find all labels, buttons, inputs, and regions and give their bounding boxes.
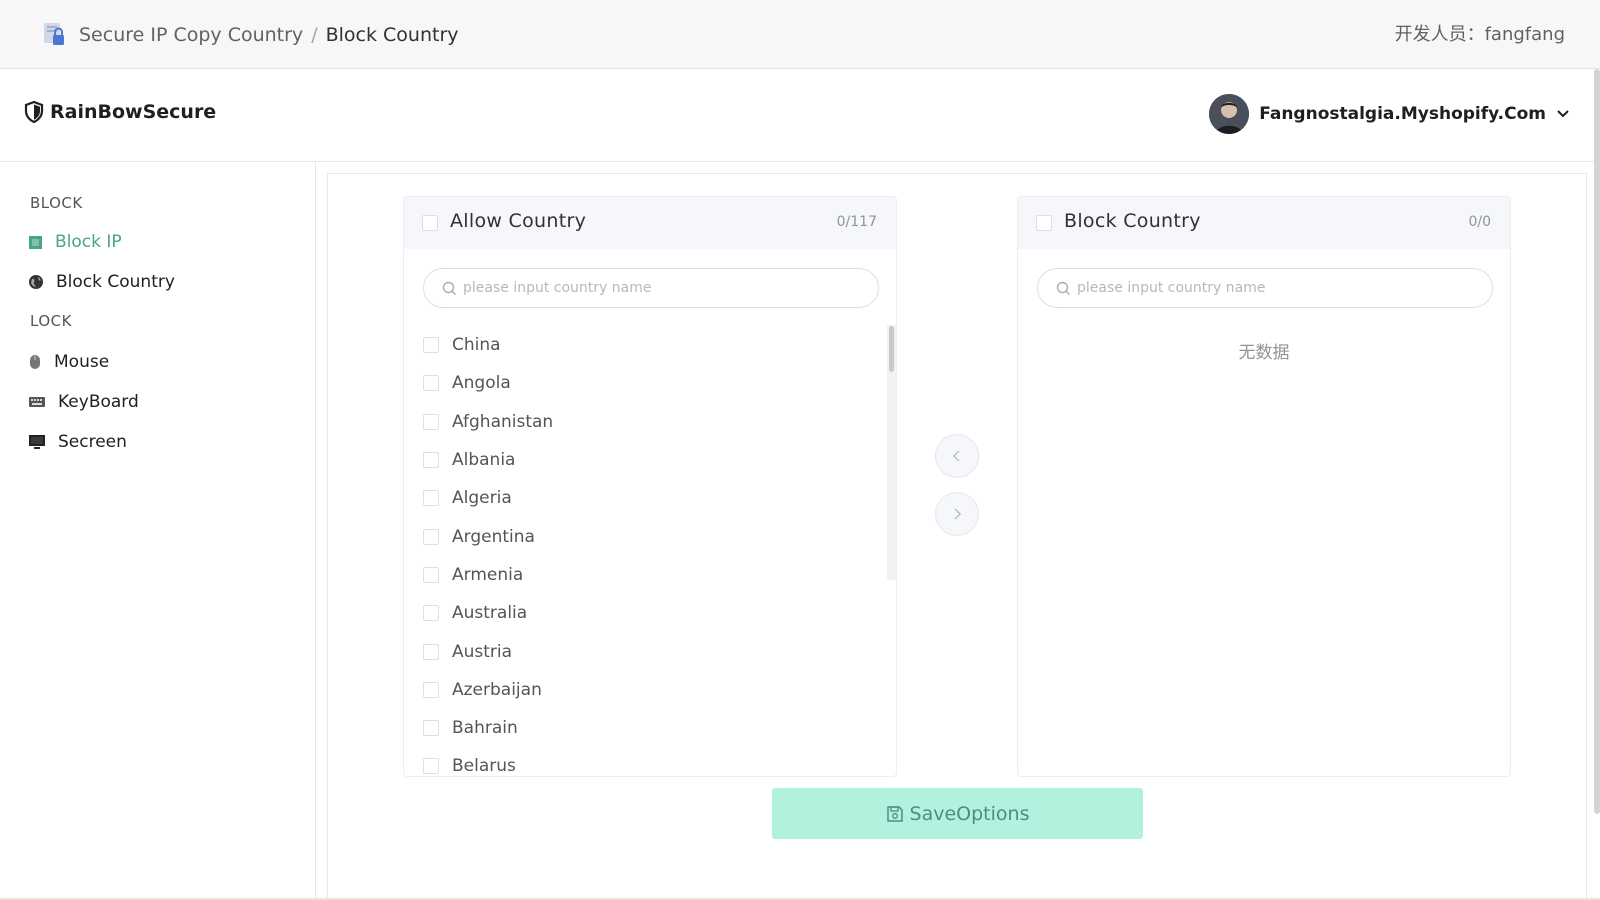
allow-select-all-checkbox[interactable]: [422, 215, 438, 231]
sidebar-item-label: Secreen: [58, 432, 127, 452]
mouse-icon: [30, 355, 40, 369]
allow-search-box[interactable]: [423, 268, 879, 308]
country-checkbox[interactable]: [423, 720, 439, 737]
country-checkbox[interactable]: [423, 681, 439, 698]
breadcrumb-current: Block Country: [325, 24, 459, 46]
sidebar-item-keyboard[interactable]: KeyBoard: [28, 392, 139, 412]
breadcrumb: Secure IP Copy Country / Block Country: [79, 22, 459, 48]
country-checkbox[interactable]: [423, 337, 439, 354]
sidebar-section-block: BLOCK: [30, 194, 83, 212]
avatar[interactable]: [1209, 94, 1250, 134]
country-label: Bahrain: [452, 718, 518, 739]
country-label: China: [452, 335, 501, 356]
list-item[interactable]: Belarus: [404, 747, 896, 777]
sidebar-item-block-ip[interactable]: Block IP: [28, 232, 122, 252]
country-label: Albania: [452, 450, 516, 471]
save-icon: [886, 805, 903, 822]
brand: RainBowSecure: [24, 101, 216, 123]
search-icon: [442, 281, 456, 295]
country-label: Azerbaijan: [452, 679, 542, 700]
country-label: Angola: [452, 373, 511, 394]
block-country-panel: Block Country 0/0 无数据: [1017, 196, 1511, 777]
list-item[interactable]: Angola: [404, 364, 896, 402]
move-right-button[interactable]: [935, 492, 979, 536]
block-select-all-checkbox[interactable]: [1036, 215, 1052, 231]
country-label: Belarus: [452, 756, 516, 777]
country-label: Armenia: [452, 564, 524, 585]
country-checkbox[interactable]: [423, 758, 439, 775]
list-item[interactable]: Algeria: [404, 479, 896, 517]
country-checkbox[interactable]: [423, 528, 439, 545]
sidebar-item-label: Block IP: [55, 232, 122, 252]
country-label: Argentina: [452, 526, 535, 547]
keyboard-icon: [29, 397, 45, 407]
country-checkbox[interactable]: [423, 490, 439, 507]
list-item[interactable]: Azerbaijan: [404, 671, 896, 709]
globe-icon: [29, 275, 43, 289]
block-country-title: Block Country: [1064, 210, 1201, 232]
app-lock-icon: [44, 23, 64, 45]
allow-country-panel: Allow Country 0/117 China Angola Afghanist…: [403, 196, 897, 777]
sidebar-section-lock: LOCK: [30, 312, 72, 330]
list-item[interactable]: Bahrain: [404, 709, 896, 747]
country-checkbox[interactable]: [423, 452, 439, 469]
page-scrollbar[interactable]: [1594, 69, 1600, 814]
list-item[interactable]: Afghanistan: [404, 403, 896, 441]
country-checkbox[interactable]: [423, 643, 439, 660]
account-name[interactable]: Fangnostalgia.Myshopify.Com: [1259, 104, 1546, 124]
block-country-header: Block Country 0/0: [1018, 197, 1510, 249]
developer-label: 开发人员：fangfang: [1394, 24, 1565, 45]
top-header: Secure IP Copy Country / Block Country 开发人…: [0, 0, 1600, 69]
country-checkbox[interactable]: [423, 566, 439, 583]
breadcrumb-parent[interactable]: Secure IP Copy Country: [79, 24, 303, 46]
sidebar-item-label: Mouse: [54, 352, 110, 372]
chevron-right-icon: [954, 508, 962, 520]
country-label: Algeria: [452, 488, 512, 509]
save-options-label: SaveOptions: [909, 802, 1030, 825]
sidebar-item-mouse[interactable]: Mouse: [28, 352, 109, 372]
block-ip-icon: [29, 235, 42, 249]
block-country-count: 0/0: [1468, 214, 1491, 230]
country-checkbox[interactable]: [423, 413, 439, 430]
sidebar-item-screen[interactable]: Secreen: [28, 432, 127, 452]
shield-icon: [24, 101, 44, 123]
list-item[interactable]: Albania: [404, 441, 896, 479]
sidebar: BLOCK Block IP Block Country LOCK Mouse: [0, 162, 316, 900]
list-item[interactable]: Austria: [404, 632, 896, 670]
allow-country-header: Allow Country 0/117: [404, 197, 896, 249]
allow-country-list: China Angola Afghanistan Albania Algeria Arge…: [404, 326, 896, 777]
country-label: Afghanistan: [452, 411, 554, 432]
list-item[interactable]: Argentina: [404, 517, 896, 555]
block-search-input[interactable]: [1075, 279, 1479, 297]
list-item[interactable]: Australia: [404, 594, 896, 632]
country-label: Austria: [452, 641, 513, 662]
list-item[interactable]: China: [404, 326, 896, 364]
allow-search-input[interactable]: [461, 279, 865, 297]
breadcrumb-separator: /: [311, 24, 318, 46]
monitor-icon: [29, 435, 45, 449]
country-label: Australia: [452, 603, 528, 624]
country-checkbox[interactable]: [423, 605, 439, 622]
allow-country-count: 0/117: [836, 214, 877, 230]
chevron-left-icon: [952, 450, 960, 462]
block-search-box[interactable]: [1037, 268, 1493, 308]
search-icon: [1056, 281, 1070, 295]
app-header: RainBowSecure Fangnostalgia.Myshopify.Co…: [0, 69, 1600, 162]
brand-name: RainBowSecure: [50, 101, 217, 123]
save-options-button[interactable]: SaveOptions: [772, 788, 1143, 839]
allow-country-title: Allow Country: [450, 210, 587, 232]
chevron-down-icon[interactable]: [1556, 109, 1570, 119]
empty-state-text: 无数据: [1238, 343, 1290, 363]
account-menu[interactable]: Fangnostalgia.Myshopify.Com: [1209, 94, 1570, 134]
sidebar-item-label: KeyBoard: [58, 392, 139, 412]
sidebar-item-label: Block Country: [56, 272, 175, 292]
sidebar-item-block-country[interactable]: Block Country: [28, 272, 175, 292]
list-item[interactable]: Armenia: [404, 556, 896, 594]
move-left-button[interactable]: [935, 434, 979, 478]
country-checkbox[interactable]: [423, 375, 439, 392]
